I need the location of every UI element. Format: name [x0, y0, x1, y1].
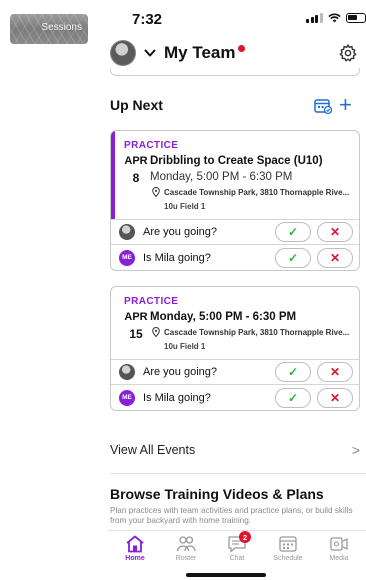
previous-card-edge: [110, 68, 360, 76]
tab-schedule[interactable]: Schedule: [265, 535, 311, 566]
gear-icon[interactable]: [338, 43, 358, 63]
chevron-right-icon: >: [351, 442, 360, 458]
event-title: Dribbling to Create Space (U10): [150, 155, 323, 167]
battery-icon: [345, 13, 366, 23]
tab-home-label: Home: [125, 555, 145, 562]
rsvp-row: ME Is Mila going? ✓ ✕: [111, 245, 359, 270]
rsvp-row: ME Is Mila going? ✓ ✕: [111, 385, 359, 410]
user-avatar: [119, 224, 135, 240]
rsvp-yes-button[interactable]: ✓: [275, 387, 311, 408]
member-initials-badge: ME: [119, 389, 135, 406]
tab-chat-label: Chat: [229, 555, 245, 562]
rsvp-no-button[interactable]: ✕: [317, 387, 353, 408]
chevron-down-icon[interactable]: [144, 47, 156, 59]
sessions-thumbnail-label: Sessions: [41, 22, 82, 33]
tab-media-label: Media: [329, 555, 349, 562]
chat-unread-badge: 2: [239, 531, 251, 543]
event-location: Cascade Township Park, 3810 Thornapple R…: [150, 187, 349, 197]
event-day: 15: [129, 327, 143, 341]
tab-chat[interactable]: 2 Chat: [214, 531, 260, 566]
browse-training-description: Plan practices with team activities and …: [110, 506, 353, 525]
section-divider: [110, 473, 366, 474]
schedule-icon: [279, 536, 297, 552]
location-pin-icon: [152, 187, 160, 197]
rsvp-yes-button[interactable]: ✓: [275, 222, 311, 242]
event-card[interactable]: PRACTICE APR 15 Monday, 5:00 PM - 6:30 P…: [110, 286, 360, 411]
event-time: Monday, 5:00 PM - 6:30 PM: [150, 311, 297, 323]
sessions-thumbnail[interactable]: Sessions: [10, 14, 88, 44]
tab-roster[interactable]: Roster: [163, 535, 209, 566]
tab-roster-label: Roster: [175, 555, 197, 562]
bottom-tab-bar: Home Roster 2 Chat Schedule Media: [108, 530, 366, 566]
user-avatar[interactable]: [110, 40, 136, 66]
media-icon: [330, 537, 348, 551]
view-all-events-label: View All Events: [110, 443, 196, 457]
notification-dot: [237, 44, 245, 52]
rsvp-question: Is Mila going?: [143, 251, 211, 264]
status-icons: [306, 13, 366, 23]
rsvp-yes-button[interactable]: ✓: [275, 362, 311, 382]
tab-home[interactable]: Home: [112, 535, 158, 566]
event-date: APR 15: [124, 311, 148, 341]
event-month: APR: [124, 311, 148, 323]
event-field: 10u Field 1: [164, 202, 206, 211]
wifi-icon: [327, 13, 341, 23]
event-field: 10u Field 1: [164, 342, 206, 351]
event-location-text: Cascade Township Park, 3810 Thornapple R…: [164, 327, 349, 337]
event-location-text: Cascade Township Park, 3810 Thornapple R…: [164, 187, 349, 197]
add-event-icon[interactable]: +: [339, 94, 352, 116]
event-type: PRACTICE: [124, 296, 179, 307]
view-all-events-link[interactable]: View All Events >: [110, 440, 360, 460]
event-date: APR 8: [124, 155, 148, 185]
roster-icon: [176, 536, 196, 552]
team-name[interactable]: My Team: [164, 43, 236, 63]
rsvp-question: Are you going?: [143, 366, 217, 378]
user-avatar: [119, 364, 135, 380]
rsvp-no-button[interactable]: ✕: [317, 222, 353, 242]
event-location: Cascade Township Park, 3810 Thornapple R…: [150, 327, 349, 337]
event-card-header[interactable]: PRACTICE APR 8 Dribbling to Create Space…: [111, 131, 359, 220]
event-time: Monday, 5:00 PM - 6:30 PM: [150, 171, 293, 183]
status-time: 7:32: [132, 11, 163, 28]
rsvp-yes-button[interactable]: ✓: [275, 247, 311, 268]
browse-training-title[interactable]: Browse Training Videos & Plans: [110, 486, 324, 502]
team-header: My Team: [110, 36, 360, 70]
event-type: PRACTICE: [124, 140, 179, 151]
rsvp-question: Are you going?: [143, 226, 217, 238]
location-pin-icon: [152, 327, 160, 337]
member-initials-badge: ME: [119, 249, 135, 266]
up-next-title: Up Next: [110, 97, 163, 113]
tab-schedule-label: Schedule: [273, 555, 303, 562]
calendar-sync-icon[interactable]: [314, 98, 332, 114]
home-indicator: [186, 573, 266, 577]
event-card[interactable]: PRACTICE APR 8 Dribbling to Create Space…: [110, 130, 360, 271]
signal-icon: [306, 13, 323, 23]
rsvp-row: Are you going? ✓ ✕: [111, 220, 359, 245]
rsvp-no-button[interactable]: ✕: [317, 247, 353, 268]
rsvp-no-button[interactable]: ✕: [317, 362, 353, 382]
rsvp-row: Are you going? ✓ ✕: [111, 360, 359, 385]
rsvp-question: Is Mila going?: [143, 391, 211, 404]
event-card-header[interactable]: PRACTICE APR 15 Monday, 5:00 PM - 6:30 P…: [111, 287, 359, 360]
event-day: 8: [132, 171, 140, 185]
home-icon: [126, 535, 144, 553]
tab-media[interactable]: Media: [316, 535, 362, 566]
event-month: APR: [124, 155, 148, 167]
